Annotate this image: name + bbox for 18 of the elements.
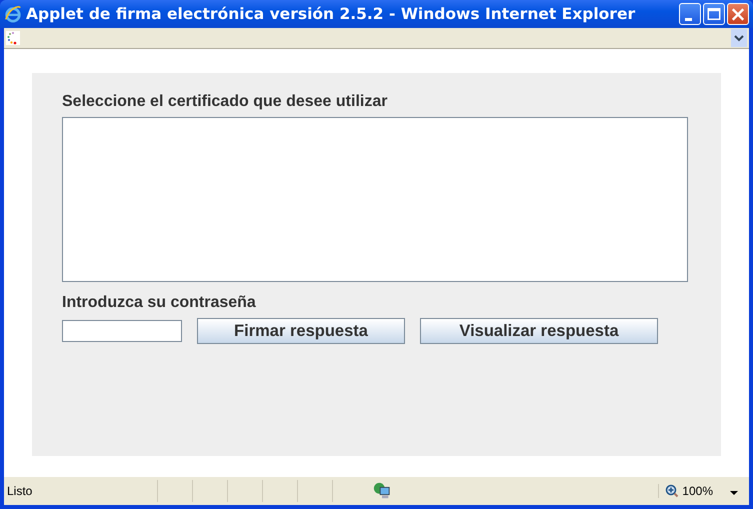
maximize-button[interactable] xyxy=(703,3,725,25)
password-field[interactable] xyxy=(62,320,182,342)
window-title: Applet de firma electrónica versión 2.5.2 - Windows Internet Explorer xyxy=(26,5,636,23)
loading-icon xyxy=(6,31,20,45)
action-button[interactable]: Visualizar respuesta xyxy=(420,318,658,344)
zoom-in-icon xyxy=(665,484,680,498)
certificate-label: Seleccione el certificado que desee utilizar xyxy=(62,93,388,111)
action-button[interactable]: Firmar respuesta xyxy=(197,318,405,344)
minimize-icon xyxy=(684,18,692,20)
dropdown-button[interactable] xyxy=(731,29,747,47)
close-button[interactable] xyxy=(727,3,749,25)
password-label: Introduzca su contraseña xyxy=(62,294,257,312)
browser-logo-icon xyxy=(4,5,22,23)
caret-icon xyxy=(730,490,738,496)
network-icon xyxy=(373,482,391,500)
status-text: Listo xyxy=(6,484,34,498)
zoom-button[interactable]: 100% xyxy=(658,484,719,498)
minimize-button[interactable] xyxy=(679,3,701,25)
